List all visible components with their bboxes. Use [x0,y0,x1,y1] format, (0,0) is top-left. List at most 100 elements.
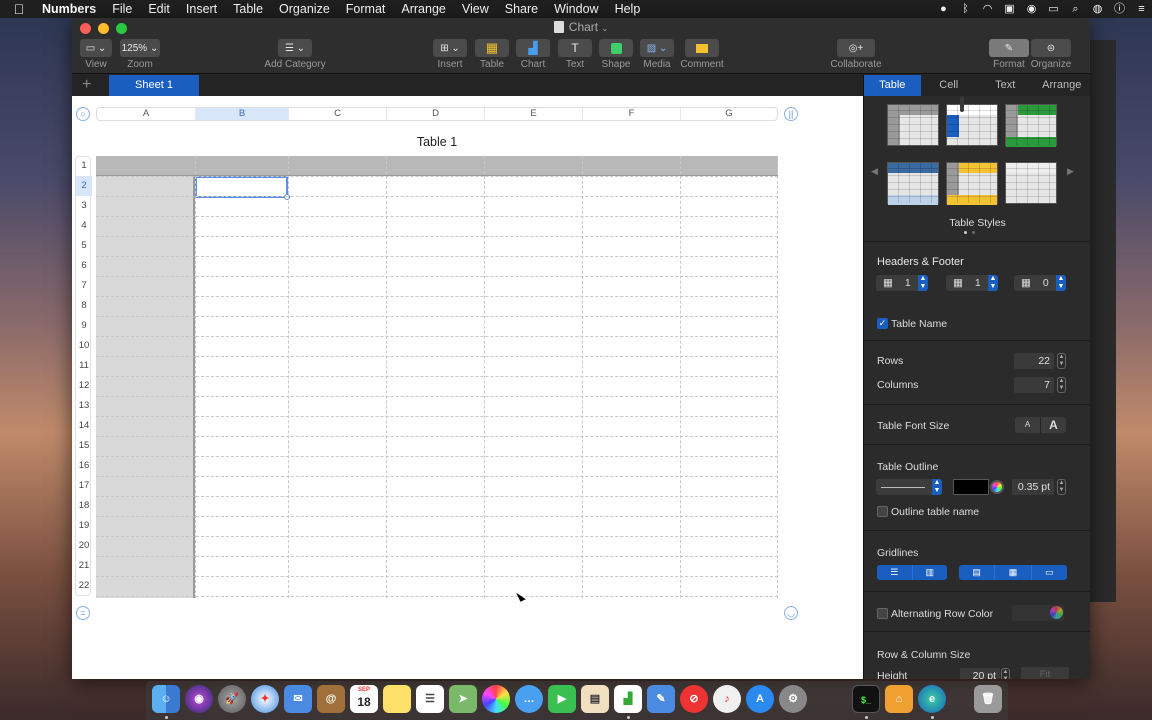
table-name[interactable]: Table 1 [96,135,778,149]
row-header[interactable]: 14 [76,416,92,436]
comment-button[interactable] [685,39,719,57]
organize-button[interactable]: ⊜ [1031,39,1071,57]
alternating-row-checkbox[interactable] [877,608,888,619]
rows-field[interactable]: 22 [1014,353,1054,369]
add-row-handle[interactable]: = [76,606,90,620]
table-style-3[interactable] [1005,104,1057,147]
siri-icon[interactable]: ◉ [185,685,213,713]
add-category-button[interactable]: ☰ ⌄ [278,39,312,57]
table-style-5[interactable] [946,162,998,205]
decrease-font-button[interactable]: A [1015,417,1041,433]
numbers-icon[interactable]: ▟ [614,685,642,713]
styles-prev-icon[interactable]: ◀ [871,166,878,177]
edge-icon[interactable]: e [918,685,946,713]
page-dot-active[interactable] [964,231,967,234]
row-header[interactable]: 22 [76,576,92,596]
resize-table-handle[interactable]: ◡ [784,606,798,620]
fit-button[interactable]: Fit [1021,667,1069,679]
menu-arrange[interactable]: Arrange [393,2,453,16]
format-button[interactable]: ✎ [989,39,1029,57]
wifi-icon[interactable]: ◠ [981,3,994,16]
terminal-icon[interactable]: $_ [852,685,880,713]
column-header-c[interactable]: C [289,108,387,120]
row-header[interactable]: 12 [76,376,92,396]
row-header[interactable]: 2 [76,176,92,196]
media-button[interactable]: ▨ ⌄ [640,39,674,57]
calendar-icon[interactable]: SEP 18 [350,685,378,713]
toolbar-shape[interactable]: Shape [597,39,635,70]
menu-view[interactable]: View [454,2,497,16]
color-wheel-icon[interactable] [990,480,1004,494]
pages-icon[interactable]: ✎ [647,685,675,713]
header-columns-stepper[interactable]: ▦ 1 ▲ ▼ [946,275,998,291]
selected-cell[interactable] [195,176,288,198]
toolbar-comment[interactable]: Comment [680,39,724,70]
gridlines-body-header-icon[interactable]: ▤ [959,565,996,580]
table-style-4[interactable] [887,162,939,205]
footer-rows-stepper[interactable]: ▦ 0 ▲ ▼ [1014,275,1066,291]
menu-organize[interactable]: Organize [271,2,338,16]
zoom-select[interactable]: 125% ⌄ [120,39,160,57]
screenshare-icon[interactable]: ▣ [1003,3,1016,16]
styles-next-icon[interactable]: ▶ [1067,166,1074,177]
toolbar-collaborate[interactable]: ◎+ Collaborate [828,39,884,70]
text-button[interactable]: T [558,39,592,57]
row-header[interactable]: 21 [76,556,92,576]
column-header-f[interactable]: F [583,108,681,120]
tab-text[interactable]: Text [977,75,1034,96]
add-sheet-button[interactable]: + [82,76,91,94]
menu-window[interactable]: Window [546,2,606,16]
row-header[interactable]: 4 [76,216,92,236]
color-wheel-icon[interactable] [1050,606,1063,619]
column-header-b[interactable]: B [196,108,289,120]
height-field[interactable] [960,96,964,112]
height-value[interactable]: 20 pt [960,668,1000,679]
stepper-arrows-icon[interactable]: ▲ ▼ [988,275,998,291]
menu-table[interactable]: Table [225,2,271,16]
select-arrows-icon[interactable]: ▲ ▼ [932,479,942,495]
contacts-icon[interactable]: @ [317,685,345,713]
row-header[interactable]: 16 [76,456,92,476]
gridlines-vertical-icon[interactable]: ▥ [913,565,948,580]
collaborate-button[interactable]: ◎+ [837,39,875,57]
column-header-d[interactable]: D [387,108,485,120]
toolbar-media[interactable]: ▨ ⌄ Media [638,39,676,70]
chart-button[interactable]: ▟ [516,39,550,57]
toolbar-chart[interactable]: ▟ Chart [514,39,552,70]
row-header[interactable]: 13 [76,396,92,416]
gridlines-body-grid-icon[interactable]: ▦ [995,565,1032,580]
row-header[interactable]: 8 [76,296,92,316]
row-header[interactable]: 1 [76,156,92,176]
table-style-1[interactable] [887,104,939,146]
toolbar-format[interactable]: ✎ Format [988,39,1030,70]
record-icon[interactable]: ● [937,3,950,16]
header-column[interactable] [96,156,195,598]
header-row[interactable] [96,156,778,176]
column-header-g[interactable]: G [681,108,777,120]
home-icon[interactable]: ⌂ [885,685,913,713]
siri-icon[interactable]: ◍ [1091,3,1104,16]
sheet-canvas[interactable]: ○ A B C D E F G || Table 1 1 2 3 4 5 6 7 8 9 10 11… [72,96,863,679]
page-dot[interactable] [972,231,975,234]
insert-button[interactable]: ⊞ ⌄ [433,39,467,57]
menu-format[interactable]: Format [338,2,394,16]
menu-file[interactable]: File [104,2,140,16]
column-header-a[interactable]: A [97,108,196,120]
menu-help[interactable]: Help [607,2,649,16]
outline-name-checkbox[interactable] [877,506,888,517]
toolbar-organize[interactable]: ⊜ Organize [1030,39,1072,70]
info-icon[interactable]: ⓘ [1113,3,1126,16]
trash-icon[interactable]: 🗑 [974,685,1002,713]
table-style-2[interactable] [946,104,998,146]
photos-icon[interactable] [482,685,510,713]
search-icon[interactable]: ⌕ [1069,3,1082,16]
table-name-checkbox[interactable]: ✓ [877,318,888,329]
toolbar-view[interactable]: ▭ ⌄ View [78,39,114,70]
tab-arrange[interactable]: Arrange [1034,75,1091,96]
menu-app-name[interactable]: Numbers [38,2,104,16]
maps-icon[interactable]: ➤ [449,685,477,713]
notes-icon[interactable] [383,685,411,713]
toolbar-zoom[interactable]: 125% ⌄ Zoom [118,39,162,70]
toolbar-table[interactable]: ▦ Table [473,39,511,70]
table-select-handle[interactable]: ○ [76,107,90,121]
